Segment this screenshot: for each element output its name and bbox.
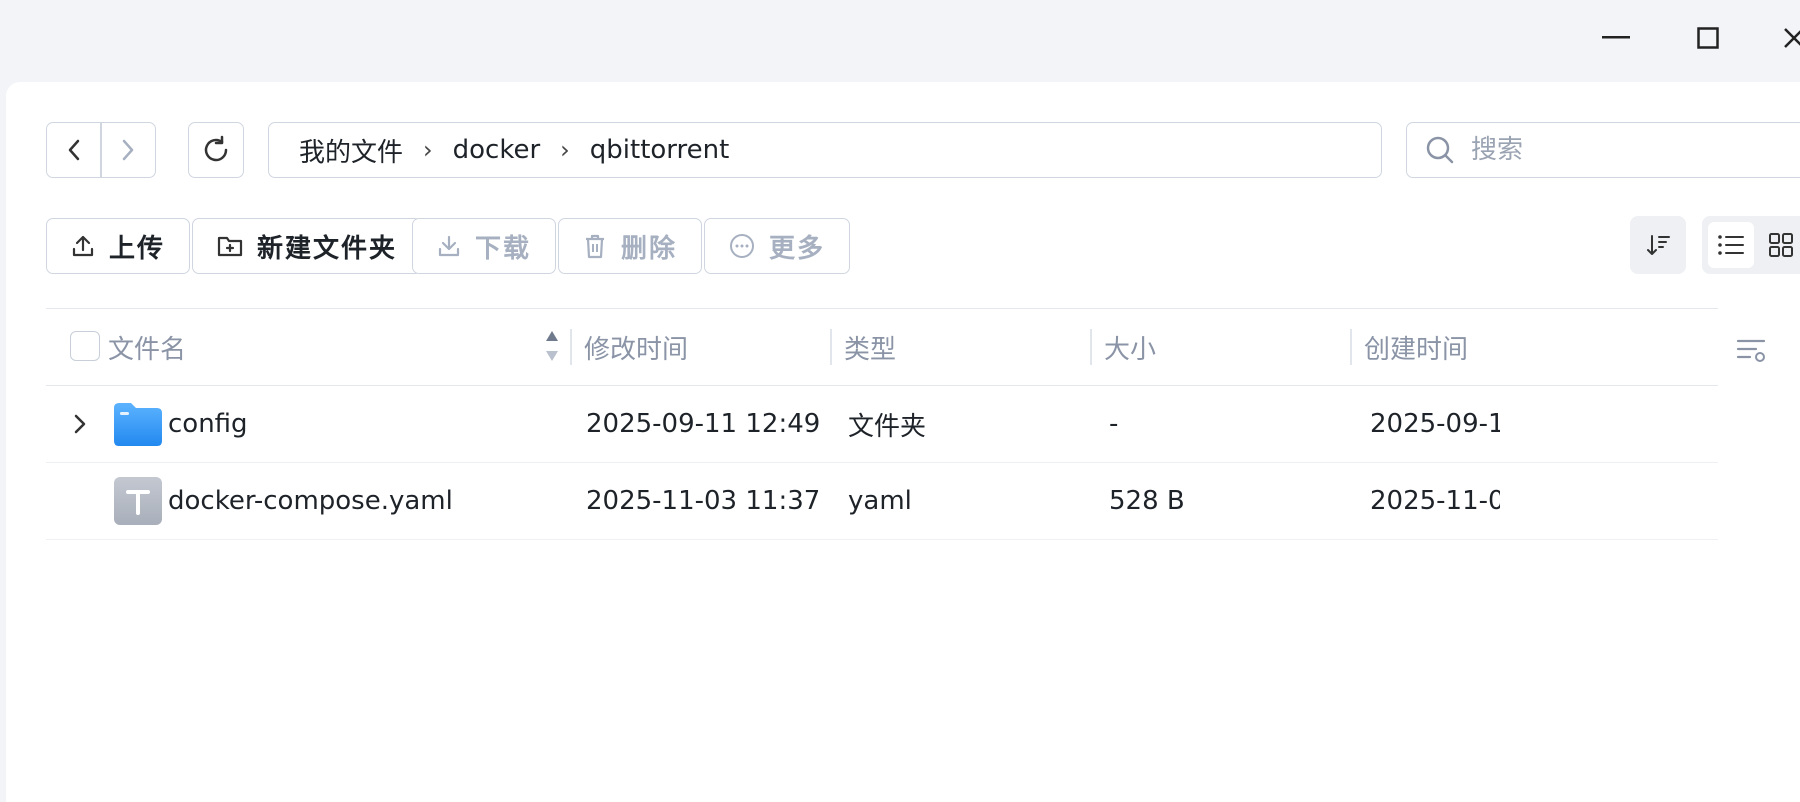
created-time: 2025-09-18 [1370,409,1500,439]
chevron-right-icon [74,414,86,434]
file-name[interactable]: docker-compose.yaml [168,463,558,539]
column-divider[interactable] [830,329,832,365]
breadcrumb-separator: › [560,136,570,164]
history-nav [46,122,156,178]
column-divider[interactable] [1350,329,1352,365]
file-manager-panel: 我的文件 › docker › qbittorrent 上传 新建文件夹 [6,82,1800,802]
column-header-size-label: 大小 [1104,334,1157,365]
breadcrumb-separator: › [423,136,433,164]
close-button[interactable] [1772,18,1800,58]
upload-label: 上传 [109,233,166,264]
refresh-button[interactable] [188,122,244,178]
trash-icon [586,234,604,259]
column-header-size[interactable]: 大小 [1104,309,1344,385]
column-header-type[interactable]: 类型 [844,309,1084,385]
sort-icon [1647,235,1670,255]
close-icon [1784,28,1800,48]
more-label: 更多 [769,233,826,264]
column-header-created-label: 创建时间 [1364,334,1469,365]
text-file-icon [114,477,162,525]
file-size: - [1109,409,1119,439]
modified-time: 2025-11-03 11:37 [586,486,821,516]
breadcrumb-item-my-files[interactable]: 我的文件 [299,132,403,169]
table-header: 文件名 修改时间 类型 大小 创建时间 [46,309,1718,386]
column-header-name-label: 文件名 [108,334,187,365]
search-input[interactable] [1469,134,1800,166]
select-all-checkbox[interactable] [70,331,100,361]
refresh-icon [204,135,228,162]
expand-button[interactable] [62,406,98,442]
more-icon [730,234,754,258]
column-header-modified-label: 修改时间 [584,334,689,365]
file-type: 文件夹 [848,411,927,442]
maximize-icon [1697,27,1719,49]
file-type: yaml [848,486,912,516]
breadcrumb-item-docker[interactable]: docker [453,135,541,165]
column-header-created[interactable]: 创建时间 [1364,309,1664,385]
file-size: 528 B [1109,486,1185,516]
upload-button[interactable]: 上传 [46,218,191,274]
column-settings-icon [1736,339,1766,362]
search-box[interactable] [1406,122,1800,178]
new-folder-label: 新建文件夹 [257,233,398,264]
column-header-type-label: 类型 [844,334,897,365]
chevron-right-icon [123,139,134,161]
list-icon [1718,235,1744,255]
column-header-name[interactable]: 文件名 [108,309,568,385]
grid-icon [1769,233,1793,257]
list-view-button[interactable] [1708,222,1754,268]
view-toggle [1702,216,1800,274]
chevron-left-icon [68,139,79,161]
file-table: 文件名 修改时间 类型 大小 创建时间 config 2025-09-11 12… [46,308,1718,540]
table-row[interactable]: config 2025-09-11 12:49 文件夹 - 2025-09-18 [46,386,1718,463]
search-icon [1426,136,1454,164]
minimize-button[interactable] [1594,18,1638,58]
column-settings-button[interactable] [1732,330,1772,370]
download-icon [438,235,460,257]
modified-time: 2025-09-11 12:49 [586,409,821,439]
column-divider[interactable] [1090,329,1092,365]
back-button[interactable] [47,123,100,177]
delete-button[interactable]: 删除 [558,218,703,274]
new-folder-button[interactable]: 新建文件夹 [192,218,423,274]
file-name[interactable]: config [168,386,558,462]
delete-label: 删除 [621,233,678,264]
maximize-button[interactable] [1686,18,1730,58]
column-divider[interactable] [570,329,572,365]
forward-button[interactable] [102,123,155,177]
sort-toggle-icon[interactable] [544,329,560,363]
download-button[interactable]: 下载 [412,218,557,274]
created-time: 2025-11-03 [1370,486,1500,516]
more-button[interactable]: 更多 [704,218,851,274]
download-label: 下载 [475,233,532,264]
grid-view-button[interactable] [1758,222,1800,268]
breadcrumb[interactable]: 我的文件 › docker › qbittorrent [268,122,1382,178]
upload-icon [72,235,94,257]
sort-button[interactable] [1630,216,1686,274]
folder-plus-icon [217,236,243,257]
minimize-icon [1602,36,1630,39]
table-row[interactable]: docker-compose.yaml 2025-11-03 11:37 yam… [46,463,1718,540]
column-header-modified[interactable]: 修改时间 [584,309,824,385]
folder-icon [114,403,162,446]
breadcrumb-item-qbittorrent[interactable]: qbittorrent [590,135,730,165]
